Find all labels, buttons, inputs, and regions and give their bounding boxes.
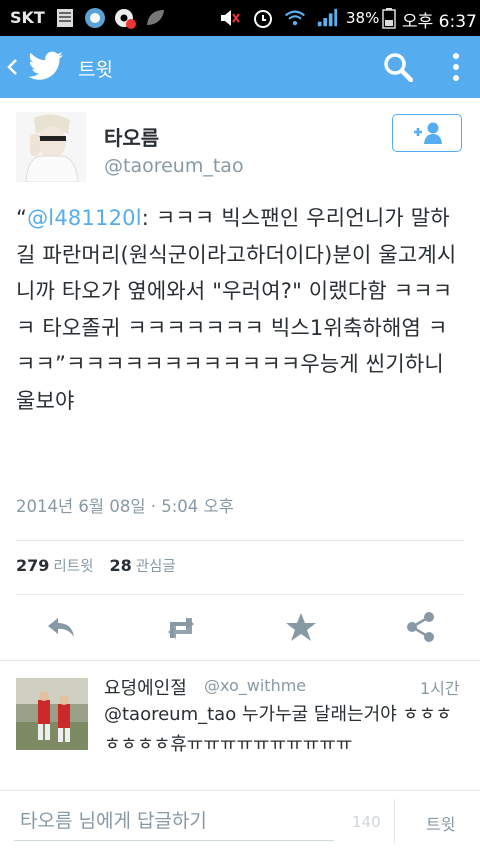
favorite-count[interactable]: 28 [109, 556, 131, 575]
tweet-header: 타오름 @taoreum_tao [0, 98, 480, 198]
reply-time: 1시간 [420, 679, 460, 698]
char-count: 140 [352, 813, 381, 831]
reply-avatar-image [16, 678, 88, 750]
page-title: 트윗 [78, 59, 113, 81]
retweet-label[interactable]: 리트윗 [53, 559, 93, 575]
alarm-icon [254, 10, 272, 28]
carrier-label: SKT [10, 8, 45, 27]
retweet-icon[interactable] [162, 610, 200, 644]
overflow-menu-icon[interactable] [452, 53, 460, 81]
follow-button[interactable] [392, 114, 462, 152]
tweet-stats: 279 리트윗 28 관심글 [16, 555, 192, 576]
favorite-star-icon[interactable] [284, 610, 318, 644]
app-bar: 트윗 [0, 36, 480, 98]
retweet-count[interactable]: 279 [16, 556, 49, 575]
search-icon[interactable] [383, 52, 413, 82]
reply-input[interactable] [14, 801, 334, 841]
author-handle[interactable]: @taoreum_tao [104, 155, 244, 177]
reply-tweet[interactable]: 요뎡에인절 @xo_withme 1시간 @taoreum_tao 누가누굴 달… [0, 662, 480, 772]
tweet-text: “@l481120l: ㅋㅋㅋ 빅스팬인 우리언니가 말하길 파란머리(원식군이… [16, 200, 466, 419]
divider [16, 594, 464, 595]
battery-icon [382, 8, 396, 29]
quote-open: “ [16, 206, 28, 230]
record-alert-icon [115, 9, 136, 29]
battery-percent: 38% [346, 9, 380, 27]
mute-icon [221, 10, 240, 26]
twitter-bird-icon[interactable] [28, 51, 64, 81]
favorite-label[interactable]: 관심글 [136, 559, 176, 575]
app-notification-icon [85, 8, 105, 28]
reply-avatar[interactable] [16, 678, 88, 750]
sim-grid-icon [57, 9, 73, 27]
reply-text: @taoreum_tao 누가누굴 달래는거야 ㅎㅎㅎㅎㅎㅎㅎ휴ㅠㅠㅠㅠㅠㅠㅠㅠ… [104, 704, 453, 755]
back-chevron-icon[interactable] [6, 58, 18, 76]
signal-icon [317, 8, 338, 27]
send-tweet-button[interactable]: 트윗 [426, 811, 455, 835]
leaf-icon [147, 10, 164, 25]
add-user-icon [414, 122, 442, 144]
reply-composer: 140 트윗 [0, 790, 480, 854]
tweet-timestamp: 2014년 6월 08일 · 5:04 오후 [16, 497, 234, 516]
author-avatar[interactable] [16, 112, 86, 182]
mention-link[interactable]: @l481120l [27, 206, 142, 230]
reply-icon[interactable] [44, 610, 78, 644]
status-clock: 오후 6:37 [402, 12, 477, 32]
reply-author-handle[interactable]: @xo_withme [204, 676, 306, 695]
composer-divider [394, 799, 395, 843]
reply-author-name[interactable]: 요뎡에인절 [104, 674, 187, 700]
status-bar: SKT 38% 오후 6:37 [0, 0, 480, 36]
wifi-icon [285, 10, 305, 26]
tweet-body: : ㅋㅋㅋ 빅스팬인 우리언니가 말하길 파란머리(원식군이라고하더이다)분이 … [16, 206, 457, 413]
author-avatar-image [16, 112, 86, 182]
divider [0, 660, 480, 661]
divider [16, 540, 464, 541]
share-icon[interactable] [404, 610, 438, 644]
author-name[interactable]: 타오름 [104, 122, 159, 151]
